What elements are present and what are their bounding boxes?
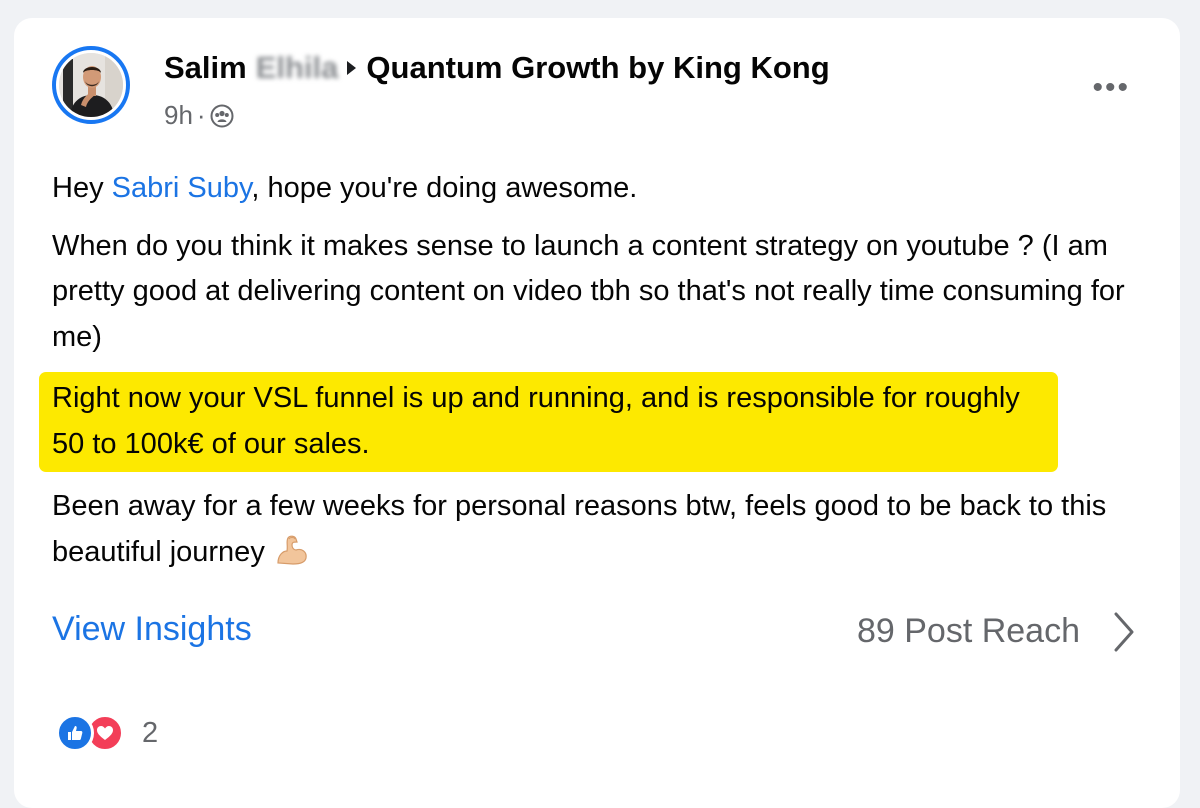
paragraph-question: When do you think it makes sense to laun…: [52, 229, 1125, 353]
group-name[interactable]: Quantum Growth by King Kong: [366, 50, 829, 86]
post-card: Salim Elhila Quantum Growth by King Kong…: [14, 18, 1180, 808]
avatar-photo: [59, 53, 123, 117]
post-header: Salim Elhila Quantum Growth by King Kong: [164, 50, 830, 86]
post-reach-label[interactable]: 89 Post Reach: [857, 612, 1080, 651]
highlighted-paragraph: Right now your VSL funnel is up and runn…: [39, 372, 1058, 472]
reactions-summary[interactable]: 2: [56, 714, 158, 752]
post-body: Hey Sabri Suby, hope you're doing awesom…: [39, 166, 1132, 593]
mention-link[interactable]: Sabri Suby: [112, 172, 252, 204]
group-audience-icon: [210, 104, 234, 128]
chevron-right-icon[interactable]: [1112, 611, 1136, 658]
author-surname-blurred: Elhila: [255, 50, 339, 85]
like-reaction-icon: [56, 714, 94, 752]
post-time[interactable]: 9h: [164, 100, 193, 131]
paragraph-greeting: Hey Sabri Suby, hope you're doing awesom…: [52, 172, 638, 204]
flexed-biceps-emoji: [275, 533, 309, 582]
more-options-button[interactable]: •••: [1092, 73, 1130, 103]
post-meta: 9h ·: [164, 100, 234, 131]
author-avatar[interactable]: [52, 46, 130, 124]
view-insights-link[interactable]: View Insights: [52, 610, 252, 649]
caret-right-icon: [347, 61, 357, 75]
author-name[interactable]: Salim: [164, 50, 247, 86]
meta-separator: ·: [196, 100, 206, 130]
paragraph-closing: Been away for a few weeks for personal r…: [52, 484, 1132, 581]
reaction-count[interactable]: 2: [142, 717, 158, 750]
